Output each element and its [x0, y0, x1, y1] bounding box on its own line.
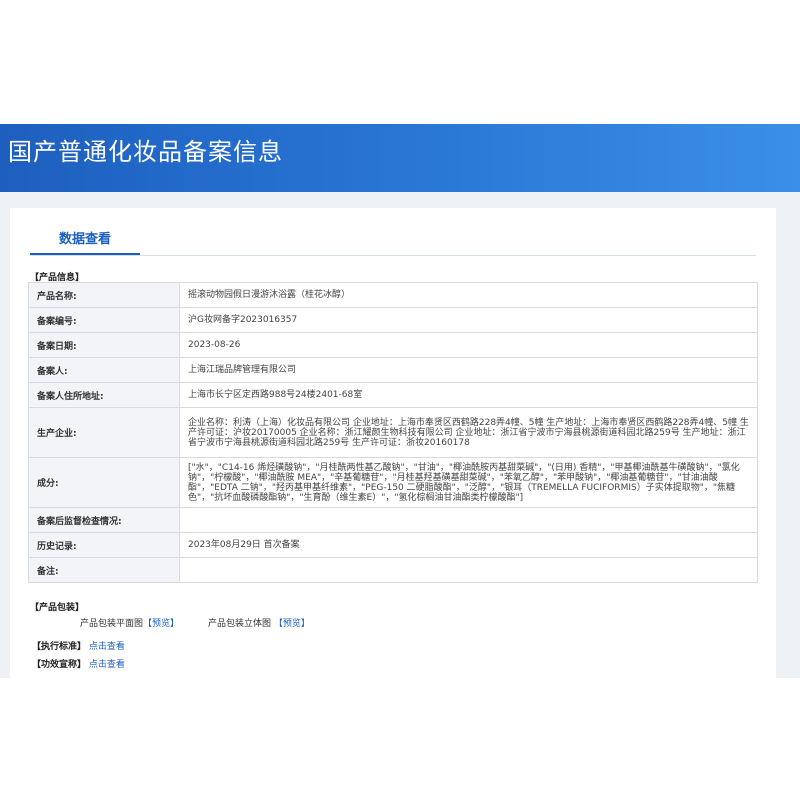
product-info-table: 产品名称: 摇滚动物园假日漫游沐浴露（桂花冰醇） 备案编号: 沪G妆网备字202… [28, 282, 758, 583]
row-label-supervision: 备案后监督检查情况: [28, 507, 180, 533]
row-value-registrant-address: 上海市长宁区定西路988号24楼2401-68室 [179, 382, 758, 408]
tab-divider [30, 255, 756, 256]
row-label-registrant-address: 备案人住所地址: [28, 382, 180, 408]
table-row: 备注: [28, 557, 758, 583]
packaging-section-label: 【产品包装】 [30, 603, 85, 613]
tab-data-view[interactable]: 数据查看 [30, 228, 140, 254]
row-value-manufacturer: 企业名称：利涛（上海）化妆品有限公司 企业地址：上海市奉贤区西鹤路228弄4幢、… [179, 407, 758, 458]
table-row: 备案人住所地址: 上海市长宁区定西路988号24楼2401-68室 [28, 382, 758, 408]
table-row: 成分: ["水"，"C14-16 烯烃磺酸钠"，"月桂酰两性基乙酸钠"，"甘油"… [28, 457, 758, 508]
packaging-flat-label: 产品包装平面图 [80, 619, 144, 629]
standard-view-link[interactable]: 点击查看 [89, 642, 125, 652]
packaging-stereo-item: 产品包装立体图 【预览】 [208, 616, 310, 629]
table-row: 备案日期: 2023-08-26 [28, 332, 758, 358]
efficacy-label: 【功效宣称】 [32, 660, 87, 670]
table-row: 备案后监督检查情况: [28, 507, 758, 533]
row-label-manufacturer: 生产企业: [28, 407, 180, 458]
table-row: 产品名称: 摇滚动物园假日漫游沐浴露（桂花冰醇） [28, 282, 758, 308]
table-row: 历史记录: 2023年08月29日 首次备案 [28, 532, 758, 558]
row-label-remarks: 备注: [28, 557, 180, 583]
row-value-record-number: 沪G妆网备字2023016357 [179, 307, 758, 333]
standard-label: 【执行标准】 [32, 642, 87, 652]
row-label-product-name: 产品名称: [28, 282, 180, 308]
packaging-stereo-label: 产品包装立体图 [208, 619, 272, 629]
packaging-flat-preview-link[interactable]: 【预览】 [143, 619, 179, 629]
row-label-history: 历史记录: [28, 532, 180, 558]
header-banner: 国产普通化妆品备案信息 [0, 124, 800, 192]
efficacy-view-link[interactable]: 点击查看 [89, 660, 125, 670]
row-value-supervision [179, 507, 758, 533]
efficacy-row: 【功效宣称】 点击查看 [32, 657, 125, 670]
row-label-ingredients: 成分: [28, 457, 180, 508]
content-panel: 数据查看 【产品信息】 产品名称: 摇滚动物园假日漫游沐浴露（桂花冰醇） 备案编… [10, 208, 776, 678]
table-row: 备案人: 上海江瑞品牌管理有限公司 [28, 357, 758, 383]
row-value-registrant: 上海江瑞品牌管理有限公司 [179, 357, 758, 383]
packaging-flat-item: 产品包装平面图【预览】 [80, 616, 179, 629]
row-label-record-date: 备案日期: [28, 332, 180, 358]
standard-row: 【执行标准】 点击查看 [32, 639, 125, 652]
row-label-record-number: 备案编号: [28, 307, 180, 333]
row-label-registrant: 备案人: [28, 357, 180, 383]
table-row: 生产企业: 企业名称：利涛（上海）化妆品有限公司 企业地址：上海市奉贤区西鹤路2… [28, 407, 758, 458]
packaging-stereo-preview-link[interactable]: 【预览】 [274, 619, 310, 629]
row-value-record-date: 2023-08-26 [179, 332, 758, 358]
row-value-product-name: 摇滚动物园假日漫游沐浴露（桂花冰醇） [179, 282, 758, 308]
page-title: 国产普通化妆品备案信息 [8, 138, 283, 166]
row-value-history: 2023年08月29日 首次备案 [179, 532, 758, 558]
row-value-remarks [179, 557, 758, 583]
row-value-ingredients: ["水"，"C14-16 烯烃磺酸钠"，"月桂酰两性基乙酸钠"，"甘油"，"椰油… [179, 457, 758, 508]
table-row: 备案编号: 沪G妆网备字2023016357 [28, 307, 758, 333]
